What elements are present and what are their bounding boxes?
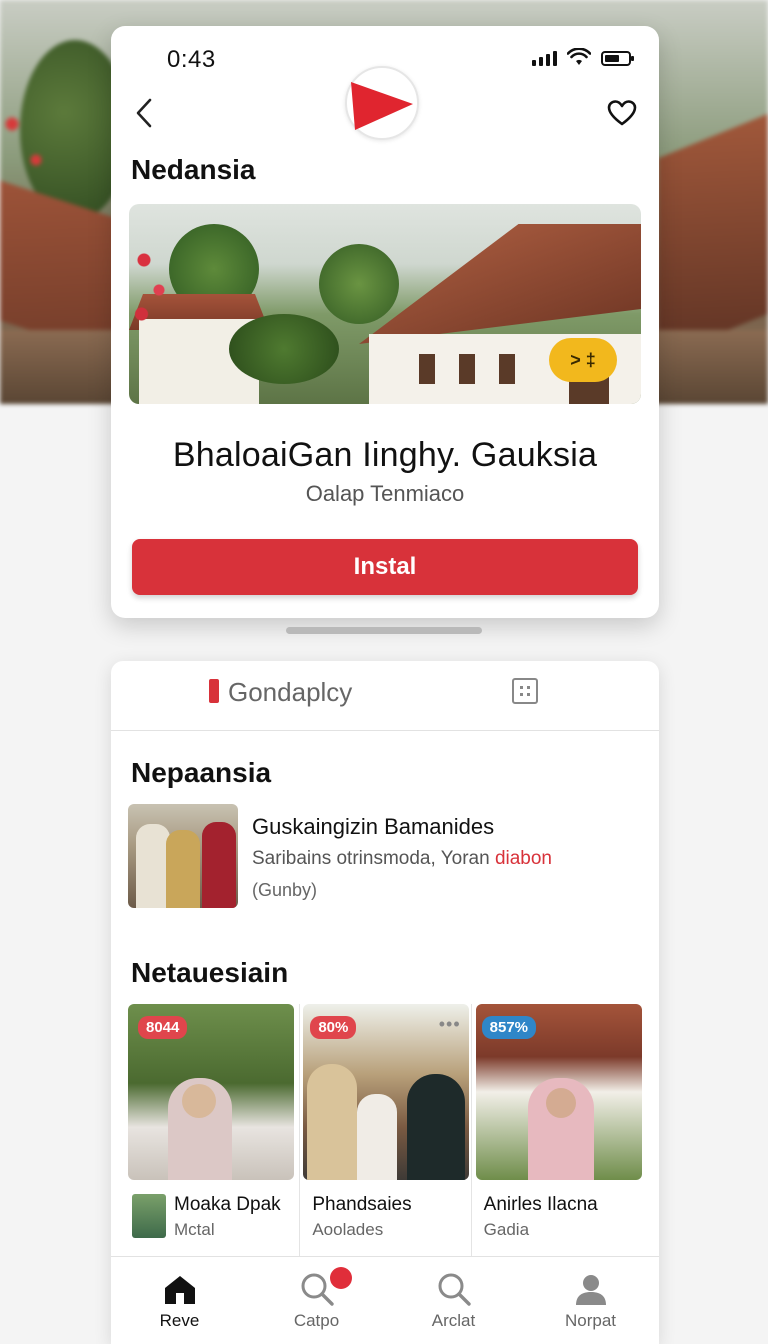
section-heading: Nepaansia [131,757,272,788]
hero-image: > ‡ [129,204,641,404]
feature-title: Guskaingizin Bamanides [252,814,495,839]
content-sheet: Gondaplcy Nepaansia Guskaingizin Bamanid… [111,661,659,1344]
section-title: Nedansia [131,154,256,185]
tab-bar: Gondaplcy [111,661,659,731]
tile-subtitle: Gadia [483,1220,530,1239]
search-icon [438,1273,471,1306]
nav-label: Catpo [293,1311,340,1330]
tile-grid: 8044 Moaka Dpak Mctal 80% ••• Phandsaies… [128,1004,642,1256]
install-button[interactable]: Instal [132,539,638,595]
tile-badge: 80% [310,1016,357,1039]
grid-tile[interactable]: 8044 Moaka Dpak Mctal [128,1004,299,1256]
status-icons [532,48,634,66]
battery-icon [601,51,634,66]
app-logo [345,66,419,140]
feature-meta: (Gunby) [252,880,318,900]
tab-active[interactable]: Gondaplcy [228,677,352,708]
feature-thumbnail [128,804,238,908]
grid-icon[interactable] [512,678,538,704]
tile-title: Moaka Dpak [174,1194,281,1215]
home-icon [164,1276,195,1304]
heart-icon [607,100,637,126]
tab-active-indicator [209,679,219,703]
profile-icon [575,1275,606,1305]
tile-badge: 857% [481,1016,537,1039]
app-subtitle: Oalap Tenmiaco [305,481,465,506]
back-button[interactable] [131,96,157,130]
app-detail-card: 0:43 Nedansia > ‡ BhaloaiGan Iinghy. Gau… [111,26,659,618]
bottom-nav: Reve Catpo Arclat Norpat [111,1256,659,1344]
more-options-icon[interactable]: ••• [439,1014,461,1035]
drag-handle[interactable] [286,627,482,634]
feature-list-item[interactable]: Guskaingizin Bamanides Saribains otrinsm… [128,804,648,908]
nav-label: Norpat [564,1311,617,1330]
notification-badge [330,1267,352,1289]
section-heading: Netauesiain [131,957,289,988]
feature-desc-accent: diabon [494,848,552,869]
nav-item-norpat[interactable]: Norpat [522,1257,659,1344]
tile-subtitle: Mctal [174,1220,215,1239]
signal-icon [532,50,557,66]
tile-badge: 8044 [138,1016,188,1039]
feature-description: Saribains otrinsmoda, Yoran diabon [252,848,552,870]
chevron-left-icon [136,98,152,128]
nav-item-arclat[interactable]: Arclat [385,1257,522,1344]
status-time: 0:43 [167,46,216,73]
nav-item-catpo[interactable]: Catpo [248,1257,385,1344]
wifi-icon [567,48,591,65]
nav-label: Reve [159,1311,200,1330]
grid-tile[interactable]: 857% Anirles Ilacna Gadia [470,1004,642,1256]
hero-badge[interactable]: > ‡ [549,338,617,382]
nav-item-home[interactable]: Reve [111,1257,248,1344]
app-name: BhaloaiGan Iinghy. Gauksia [172,436,598,474]
play-icon [351,82,413,130]
feature-desc-main: Saribains otrinsmoda, Yoran [252,848,495,869]
nav-label: Arclat [431,1311,476,1330]
tile-title: Phandsaies [312,1194,412,1215]
favorite-button[interactable] [605,96,639,130]
grid-tile[interactable]: 80% ••• Phandsaies Aoolades [299,1004,470,1256]
tile-avatar [132,1194,166,1238]
tile-title: Anirles Ilacna [483,1194,598,1215]
tile-subtitle: Aoolades [312,1220,384,1239]
